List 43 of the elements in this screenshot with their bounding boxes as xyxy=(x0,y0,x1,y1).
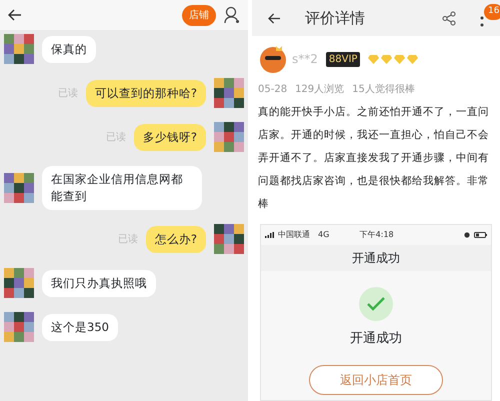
message-bubble: 可以查到的那种哈? xyxy=(86,80,206,106)
vip-badge: 88VIP xyxy=(326,52,360,66)
diamond-icon xyxy=(381,54,392,64)
avatar xyxy=(214,78,244,108)
shop-button[interactable]: 店铺 xyxy=(182,4,216,26)
page-title: 评价详情 xyxy=(305,8,366,29)
review-text: 真的能开快手小店。之前还怕开通不了，一直问店家。开通的时候，我还一直担心，怕自己不会弄开通不了。店家直接发我了开通步骤，中间有问题都找店家咨询，也是很快都给我解答。非常棒 xyxy=(258,105,490,212)
message-bubble: 我们只办真执照哦 xyxy=(42,270,156,296)
more-icon[interactable] xyxy=(480,16,484,28)
avatar xyxy=(214,122,244,152)
screen-title: 开通成功 xyxy=(261,245,491,271)
success-message: 开通成功 xyxy=(350,330,402,348)
alarm-icon xyxy=(464,232,470,238)
avatar xyxy=(4,34,34,64)
back-icon[interactable] xyxy=(8,9,22,21)
battery-icon xyxy=(474,232,487,238)
message-bubble: 这个是350 xyxy=(42,314,118,340)
meta-text: 15人觉得很棒 xyxy=(352,82,415,97)
message-bubble: 怎么办? xyxy=(146,226,206,252)
avatar xyxy=(4,312,34,342)
success-icon xyxy=(359,287,393,321)
notification-badge: 16 xyxy=(484,4,500,20)
network-label: 4G xyxy=(318,229,330,241)
diamond-icon xyxy=(368,54,380,64)
avatar xyxy=(4,268,34,298)
back-to-shop-button[interactable]: 返回小店首页 xyxy=(309,364,443,394)
diamond-icon xyxy=(407,54,418,64)
clock: 下午4:18 xyxy=(358,229,395,241)
meta-text: 05-28 xyxy=(258,83,288,97)
carrier-label: 中国联通 xyxy=(278,229,310,241)
meta-text: 129人浏览 xyxy=(295,82,344,97)
message-bubble: 多少钱呀? xyxy=(134,124,206,150)
avatar xyxy=(258,44,288,74)
signal-icon xyxy=(265,232,274,238)
message-bubble: 保真的 xyxy=(42,36,96,62)
message-bubble: 在国家企业信用信息网都能查到 xyxy=(42,166,202,210)
username: s**2 xyxy=(292,51,318,68)
diamond-icon xyxy=(394,54,406,64)
share-icon[interactable] xyxy=(442,10,456,26)
avatar xyxy=(4,173,34,203)
back-icon[interactable] xyxy=(268,12,281,24)
profile-icon[interactable] xyxy=(224,6,240,24)
avatar xyxy=(214,224,244,254)
